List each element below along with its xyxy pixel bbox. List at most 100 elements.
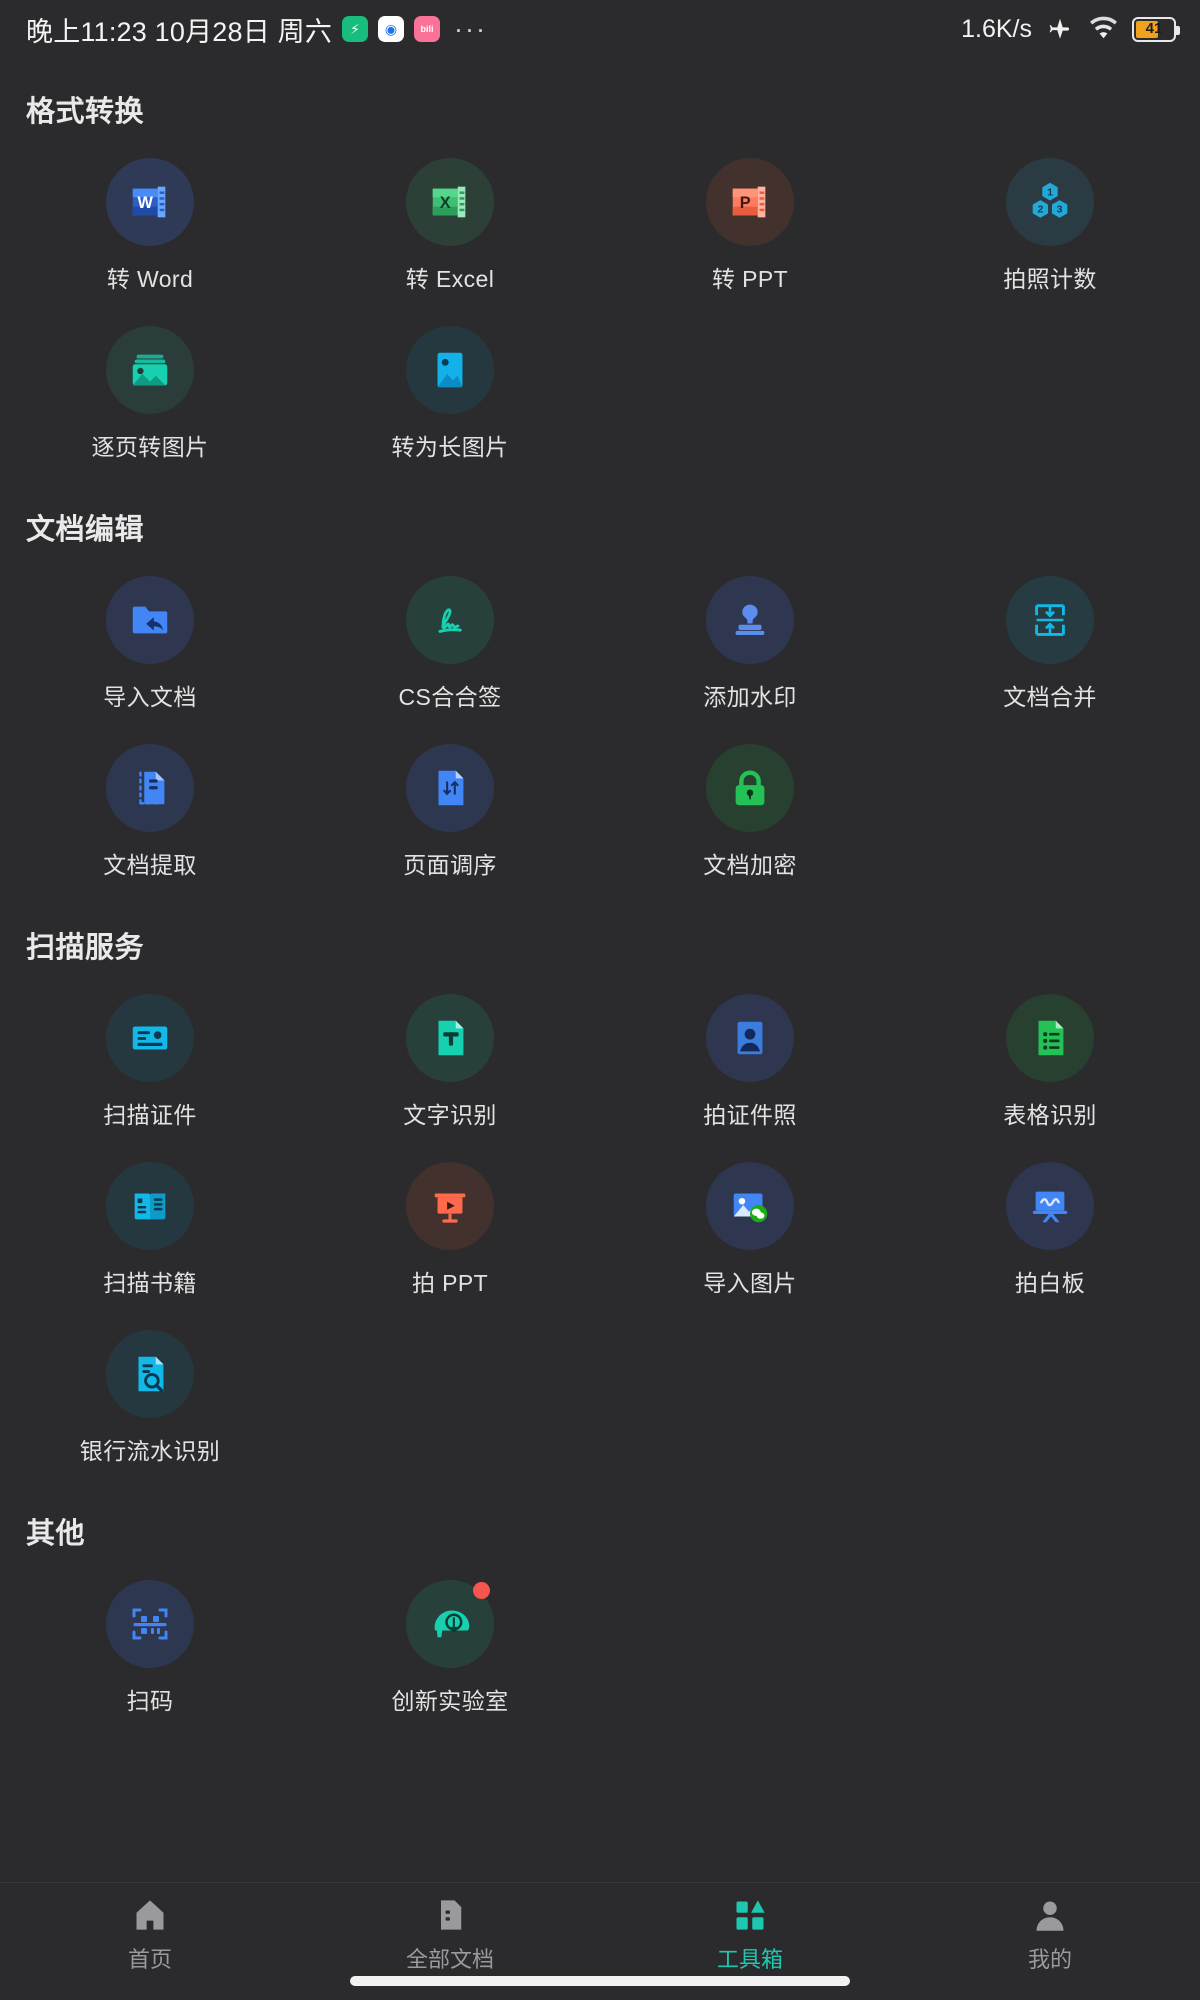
tool-label: 扫描证件 bbox=[103, 1102, 197, 1128]
tool-merge-document[interactable]: 文档合并 bbox=[900, 558, 1200, 726]
id-photo-icon bbox=[706, 994, 794, 1082]
import-document-icon bbox=[106, 576, 194, 664]
tool-label: 拍白板 bbox=[1014, 1270, 1086, 1296]
tool-reorder-pages[interactable]: 页面调序 bbox=[300, 726, 600, 894]
tool-label: 银行流水识别 bbox=[79, 1438, 221, 1464]
tool-capture-ppt[interactable]: 拍 PPT bbox=[300, 1144, 600, 1312]
tool-cs-signature[interactable]: CS合合签 bbox=[300, 558, 600, 726]
tool-scan-book[interactable]: 扫描书籍 bbox=[0, 1144, 300, 1312]
signature-icon bbox=[406, 576, 494, 664]
extract-document-icon bbox=[106, 744, 194, 832]
tool-import-document[interactable]: 导入文档 bbox=[0, 558, 300, 726]
svg-text:W: W bbox=[138, 194, 154, 212]
section-scan-services: 扫描服务 扫描证件 文字识别 拍证件照 表格识别 扫描书籍 拍 PPT 导入图片… bbox=[0, 924, 1200, 1480]
table-recognition-icon bbox=[1006, 994, 1094, 1082]
svg-text:P: P bbox=[740, 194, 751, 212]
nav-label: 工具箱 bbox=[716, 1947, 783, 1972]
tool-label: 表格识别 bbox=[1003, 1102, 1097, 1128]
tool-extract-document[interactable]: 文档提取 bbox=[0, 726, 300, 894]
tool-label: 文档提取 bbox=[103, 852, 197, 878]
tool-label: 扫码 bbox=[126, 1688, 174, 1714]
status-bar-left: 晚上11:23 10月28日 周六 ⚡ ◉ bili ··· bbox=[26, 10, 487, 49]
tool-bank-statement[interactable]: 银行流水识别 bbox=[0, 1312, 300, 1480]
docs-icon bbox=[432, 1897, 468, 1933]
svg-text:3: 3 bbox=[1057, 204, 1063, 216]
tool-empty-slot bbox=[900, 1562, 1200, 1730]
tool-label: 文档加密 bbox=[703, 852, 797, 878]
tool-convert-to-ppt[interactable]: P 转 PPT bbox=[600, 140, 900, 308]
tool-table-recognition[interactable]: 表格识别 bbox=[900, 976, 1200, 1144]
tool-encrypt-document[interactable]: 文档加密 bbox=[600, 726, 900, 894]
section-title: 其他 bbox=[26, 1518, 86, 1550]
app-screen: 晚上11:23 10月28日 周六 ⚡ ◉ bili ··· 1.6K/s 41 bbox=[0, 0, 1200, 2000]
tool-grid: 扫描证件 文字识别 拍证件照 表格识别 扫描书籍 拍 PPT 导入图片 拍白板 … bbox=[0, 976, 1200, 1480]
scan-id-card-icon bbox=[106, 994, 194, 1082]
section-others: 其他 扫码 创新实验室 bbox=[0, 1510, 1200, 1730]
tool-id-photo[interactable]: 拍证件照 bbox=[600, 976, 900, 1144]
nav-label: 首页 bbox=[127, 1947, 172, 1972]
powerpoint-icon: P bbox=[706, 158, 794, 246]
page-to-image-icon bbox=[106, 326, 194, 414]
tool-label: 拍照计数 bbox=[1003, 266, 1097, 292]
airplane-icon bbox=[1045, 16, 1075, 42]
nav-label: 我的 bbox=[1027, 1947, 1072, 1972]
nav-item-all-documents[interactable]: 全部文档 bbox=[300, 1897, 600, 1974]
tool-label: 转 PPT bbox=[711, 266, 789, 292]
tool-whiteboard[interactable]: 拍白板 bbox=[900, 1144, 1200, 1312]
status-overflow-icon[interactable]: ··· bbox=[454, 14, 487, 45]
tool-label: 导入图片 bbox=[703, 1270, 797, 1296]
status-bar-right: 1.6K/s 41 bbox=[961, 14, 1180, 44]
tool-photo-count[interactable]: 12 3 拍照计数 bbox=[900, 140, 1200, 308]
merge-document-icon bbox=[1006, 576, 1094, 664]
tool-import-image[interactable]: 导入图片 bbox=[600, 1144, 900, 1312]
nav-item-toolbox[interactable]: 工具箱 bbox=[600, 1897, 900, 1974]
toolbox-icon bbox=[732, 1897, 768, 1933]
nav-item-home[interactable]: 首页 bbox=[0, 1897, 300, 1974]
bank-statement-icon bbox=[106, 1330, 194, 1418]
status-bar: 晚上11:23 10月28日 周六 ⚡ ◉ bili ··· 1.6K/s 41 bbox=[0, 0, 1200, 58]
battery-percent: 41 bbox=[1145, 20, 1163, 37]
home-icon bbox=[132, 1897, 168, 1933]
tool-innovation-lab[interactable]: 创新实验室 bbox=[300, 1562, 600, 1730]
tool-convert-to-excel[interactable]: X 转 Excel bbox=[300, 140, 600, 308]
tool-scan-id-card[interactable]: 扫描证件 bbox=[0, 976, 300, 1144]
tool-convert-to-word[interactable]: W 转 Word bbox=[0, 140, 300, 308]
shield-app-icon: ⚡ bbox=[342, 16, 369, 42]
tool-add-watermark[interactable]: 添加水印 bbox=[600, 558, 900, 726]
tool-empty-slot bbox=[900, 1312, 1200, 1480]
tool-page-to-image[interactable]: 逐页转图片 bbox=[0, 308, 300, 476]
nav-item-profile[interactable]: 我的 bbox=[900, 1897, 1200, 1974]
battery-icon: 41 bbox=[1132, 16, 1180, 42]
tool-empty-slot bbox=[900, 726, 1200, 894]
tool-text-recognition[interactable]: 文字识别 bbox=[300, 976, 600, 1144]
bottom-navigation: 首页 全部文档 工具箱 我的 bbox=[0, 1882, 1200, 2000]
profile-icon bbox=[1032, 1897, 1068, 1933]
tool-label: 文档合并 bbox=[1003, 684, 1097, 710]
tool-label: 拍 PPT bbox=[411, 1270, 489, 1296]
browser-app-icon: ◉ bbox=[378, 16, 405, 42]
tool-label: 转 Word bbox=[106, 266, 194, 292]
tool-label: 导入文档 bbox=[103, 684, 197, 710]
toolbox-content: 格式转换 W 转 Word X 转 Excel P 转 PPT 1 2 3 拍照… bbox=[0, 88, 1200, 1730]
watermark-stamp-icon bbox=[706, 576, 794, 664]
tool-label: 文字识别 bbox=[403, 1102, 497, 1128]
svg-text:X: X bbox=[440, 194, 451, 212]
reorder-pages-icon bbox=[406, 744, 494, 832]
tool-empty-slot bbox=[600, 1312, 900, 1480]
wifi-icon bbox=[1088, 16, 1119, 42]
excel-icon: X bbox=[406, 158, 494, 246]
tool-label: 扫描书籍 bbox=[103, 1270, 197, 1296]
word-icon: W bbox=[106, 158, 194, 246]
scan-book-icon bbox=[106, 1162, 194, 1250]
tool-long-image[interactable]: 转为长图片 bbox=[300, 308, 600, 476]
tool-qr-scan[interactable]: 扫码 bbox=[0, 1562, 300, 1730]
network-speed: 1.6K/s bbox=[961, 14, 1032, 43]
tool-label: 转为长图片 bbox=[391, 434, 509, 460]
svg-text:2: 2 bbox=[1037, 204, 1043, 216]
section-document-edit: 文档编辑 导入文档 CS合合签 添加水印 文档合并 文档提取 页面调序 文档加密 bbox=[0, 506, 1200, 894]
text-recognition-icon bbox=[406, 994, 494, 1082]
section-title: 文档编辑 bbox=[26, 514, 145, 546]
home-indicator[interactable] bbox=[350, 1976, 850, 1986]
tool-label: CS合合签 bbox=[398, 684, 502, 710]
photo-count-icon: 12 3 bbox=[1006, 158, 1094, 246]
